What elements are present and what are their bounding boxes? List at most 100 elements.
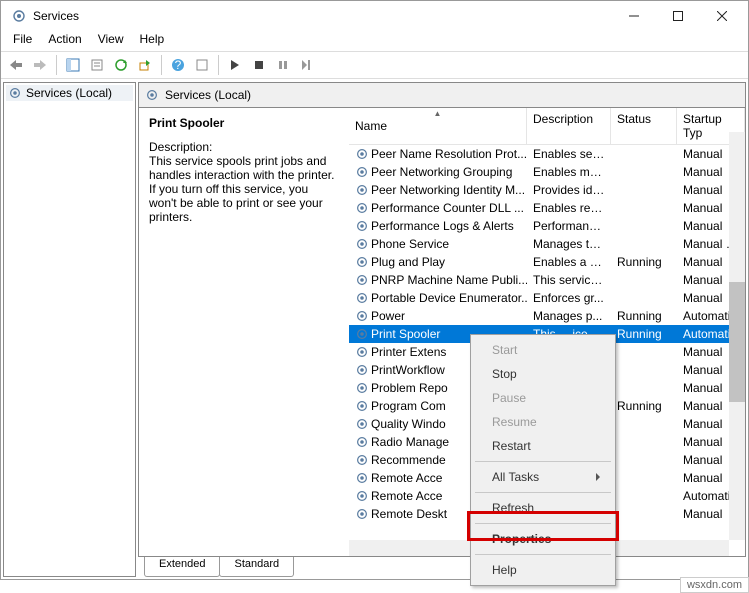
maximize-icon <box>673 11 683 21</box>
cell-name: Peer Name Resolution Prot... <box>349 147 527 161</box>
back-button[interactable] <box>5 54 27 76</box>
show-hide-tree-button[interactable] <box>62 54 84 76</box>
cell-description: Performanc... <box>527 219 611 233</box>
vertical-scrollbar[interactable] <box>729 132 745 540</box>
gear-icon <box>355 183 369 197</box>
panel-header-label: Services (Local) <box>165 88 251 102</box>
gear-icon <box>355 273 369 287</box>
arrow-right-icon <box>33 59 47 71</box>
forward-button[interactable] <box>29 54 51 76</box>
gear-icon <box>355 165 369 179</box>
gear-icon <box>355 219 369 233</box>
col-name[interactable]: Name▲ <box>349 108 527 144</box>
cell-name: Power <box>349 309 527 323</box>
gear-icon <box>355 363 369 377</box>
ctx-separator <box>475 523 611 524</box>
list-header: Name▲ Description Status Startup Typ <box>349 108 745 145</box>
service-row[interactable]: PNRP Machine Name Publi...This service .… <box>349 271 745 289</box>
ctx-help[interactable]: Help <box>474 558 612 582</box>
gear-icon <box>355 309 369 323</box>
scrollbar-thumb[interactable] <box>729 282 745 402</box>
context-menu: Start Stop Pause Resume Restart All Task… <box>470 334 616 586</box>
properties-toolbar-button[interactable] <box>86 54 108 76</box>
ctx-separator <box>475 492 611 493</box>
cell-name: PNRP Machine Name Publi... <box>349 273 527 287</box>
ctx-refresh[interactable]: Refresh <box>474 496 612 520</box>
cell-description: Enables rem... <box>527 201 611 215</box>
service-row[interactable]: Performance Logs & AlertsPerformanc...Ma… <box>349 217 745 235</box>
panel-header: Services (Local) <box>138 82 746 108</box>
maximize-button[interactable] <box>656 1 700 31</box>
refresh-toolbar-button[interactable] <box>110 54 132 76</box>
selected-service-title: Print Spooler <box>149 116 339 130</box>
service-row[interactable]: Phone ServiceManages th...Manual (Tr <box>349 235 745 253</box>
restart-toolbar-button[interactable] <box>296 54 318 76</box>
cell-description: Enables a c... <box>527 255 611 269</box>
tab-standard[interactable]: Standard <box>219 557 294 577</box>
cell-description: Enables mul... <box>527 165 611 179</box>
body: Services (Local) Services (Local) Print … <box>1 79 748 579</box>
gear-icon <box>355 255 369 269</box>
pause-toolbar-button[interactable] <box>272 54 294 76</box>
service-row[interactable]: Performance Counter DLL ...Enables rem..… <box>349 199 745 217</box>
menu-help[interactable]: Help <box>132 31 173 49</box>
ctx-stop[interactable]: Stop <box>474 362 612 386</box>
cell-description: This service ... <box>527 273 611 287</box>
cell-name: Plug and Play <box>349 255 527 269</box>
service-row[interactable]: Plug and PlayEnables a c...RunningManual <box>349 253 745 271</box>
tree-root[interactable]: Services (Local) <box>6 85 133 101</box>
ctx-properties[interactable]: Properties <box>474 527 612 551</box>
play-icon <box>230 59 240 71</box>
menu-view[interactable]: View <box>90 31 132 49</box>
tab-extended[interactable]: Extended <box>144 557 220 577</box>
gear-icon <box>355 399 369 413</box>
close-button[interactable] <box>700 1 744 31</box>
toolbar-separator <box>218 55 219 75</box>
list-icon <box>195 58 209 72</box>
stop-toolbar-button[interactable] <box>248 54 270 76</box>
ctx-pause[interactable]: Pause <box>474 386 612 410</box>
service-row[interactable]: Peer Networking Identity M...Provides id… <box>349 181 745 199</box>
service-row[interactable]: Peer Name Resolution Prot...Enables serv… <box>349 145 745 163</box>
ctx-resume[interactable]: Resume <box>474 410 612 434</box>
gear-icon <box>355 471 369 485</box>
properties-icon <box>90 58 104 72</box>
cell-status: Running <box>611 327 677 341</box>
start-toolbar-button[interactable] <box>224 54 246 76</box>
service-row[interactable]: PowerManages p...RunningAutomatic <box>349 307 745 325</box>
list-toolbar-button[interactable] <box>191 54 213 76</box>
gear-icon <box>355 345 369 359</box>
cell-description: Enforces gr... <box>527 291 611 305</box>
tree-pane: Services (Local) <box>3 82 136 577</box>
ctx-restart[interactable]: Restart <box>474 434 612 458</box>
menu-action[interactable]: Action <box>40 31 89 49</box>
description-label: Description: <box>149 140 339 154</box>
cell-name: Performance Logs & Alerts <box>349 219 527 233</box>
col-status[interactable]: Status <box>611 108 677 144</box>
cell-description: Manages th... <box>527 237 611 251</box>
service-row[interactable]: Peer Networking GroupingEnables mul...Ma… <box>349 163 745 181</box>
close-icon <box>717 11 727 21</box>
cell-name: Portable Device Enumerator... <box>349 291 527 305</box>
col-description[interactable]: Description <box>527 108 611 144</box>
footer-watermark: wsxdn.com <box>680 577 749 593</box>
ctx-start[interactable]: Start <box>474 338 612 362</box>
help-toolbar-button[interactable]: ? <box>167 54 189 76</box>
right-pane: Services (Local) Print Spooler Descripti… <box>138 82 746 577</box>
cell-description: Provides ide... <box>527 183 611 197</box>
cell-name: Peer Networking Grouping <box>349 165 527 179</box>
panel-icon <box>66 58 80 72</box>
minimize-button[interactable] <box>612 1 656 31</box>
export-button[interactable] <box>134 54 156 76</box>
help-icon: ? <box>171 58 185 72</box>
toolbar-separator <box>56 55 57 75</box>
gear-icon <box>355 327 369 341</box>
gear-icon <box>355 417 369 431</box>
ctx-separator <box>475 554 611 555</box>
service-row[interactable]: Portable Device Enumerator...Enforces gr… <box>349 289 745 307</box>
cell-status: Running <box>611 309 677 323</box>
ctx-all-tasks[interactable]: All Tasks <box>474 465 612 489</box>
tree-root-label: Services (Local) <box>26 86 112 100</box>
gear-icon <box>355 147 369 161</box>
menu-file[interactable]: File <box>5 31 40 49</box>
